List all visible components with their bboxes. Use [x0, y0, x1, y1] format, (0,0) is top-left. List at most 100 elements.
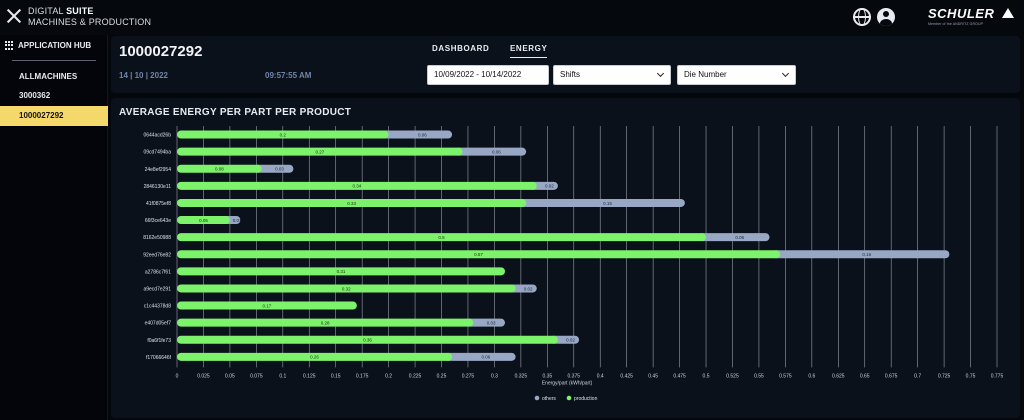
x-tick-label: 0.075 — [250, 373, 263, 379]
chevron-down-icon — [656, 69, 665, 78]
legend-production-label: production — [574, 396, 598, 402]
category-label: a2786c7f61 — [145, 269, 171, 275]
legend-others-swatch — [534, 395, 540, 401]
sidebar: APPLICATION HUB ALLMACHINES 3000362 1000… — [0, 35, 108, 420]
x-tick-label: 0.675 — [885, 373, 898, 379]
x-tick-label: 0.35 — [542, 373, 552, 379]
application-hub-label: APPLICATION HUB — [18, 41, 92, 50]
die-number-select-value: Die Number — [684, 70, 727, 79]
production-value-label: 0.05 — [199, 218, 208, 223]
production-value-label: 0.31 — [337, 269, 346, 274]
shifts-select[interactable]: Shifts — [553, 65, 671, 85]
x-tick-label: 0.325 — [515, 373, 528, 379]
x-tick-label: 0.525 — [726, 373, 739, 379]
die-number-select[interactable]: Die Number — [677, 65, 796, 85]
production-value-label: 0.33 — [347, 201, 356, 206]
category-label: f17066646f — [146, 355, 172, 361]
production-value-label: 0.2 — [280, 132, 287, 137]
category-label: 66f3ce643e — [145, 218, 171, 224]
production-value-label: 0.36 — [363, 338, 372, 343]
x-tick-label: 0.6 — [808, 373, 815, 379]
x-tick-label: 0.1 — [279, 373, 286, 379]
others-value-label: 0.03 — [487, 320, 496, 325]
apps-grid-icon — [5, 41, 14, 50]
x-tick-label: 0.5 — [703, 373, 710, 379]
legend-others-label: others — [542, 396, 556, 402]
bar-others — [444, 352, 516, 361]
chevron-down-icon — [781, 69, 790, 78]
brand-prefix: DIGITAL — [28, 6, 67, 16]
tab-dashboard[interactable]: DASHBOARD — [432, 44, 489, 57]
x-tick-label: 0.25 — [437, 373, 447, 379]
production-value-label: 0.32 — [342, 286, 351, 291]
others-value-label: 0.06 — [418, 132, 427, 137]
others-value-label: 0.06 — [492, 149, 501, 154]
application-hub-button[interactable]: APPLICATION HUB — [5, 41, 91, 50]
production-value-label: 0.08 — [215, 167, 224, 172]
x-tick-label: 0.15 — [331, 373, 341, 379]
category-label: e407d05ef7 — [145, 321, 172, 327]
sidebar-item-allmachines[interactable]: ALLMACHINES — [0, 67, 108, 87]
others-value-label: 0.06 — [735, 235, 744, 240]
legend-production-swatch — [566, 395, 572, 401]
user-icon[interactable] — [877, 8, 895, 26]
others-value-label: 0.02 — [524, 286, 533, 291]
current-time: 09:57:55 AM — [265, 71, 312, 80]
others-value-label: 0.02 — [566, 338, 575, 343]
others-value-label: 0.15 — [603, 201, 612, 206]
shifts-select-value: Shifts — [560, 70, 581, 79]
page-title: 1000027292 — [119, 43, 203, 60]
category-label: 2846130e11 — [144, 184, 172, 190]
x-tick-label: 0.7 — [914, 373, 921, 379]
category-label: a9ecd7e291 — [143, 286, 171, 292]
others-value-label: 0.06 — [481, 355, 490, 360]
category-label: 09cd7494ba — [143, 150, 171, 156]
x-tick-label: 0.45 — [648, 373, 658, 379]
close-icon[interactable] — [6, 8, 22, 24]
production-value-label: 0.34 — [352, 184, 361, 189]
x-tick-label: 0.3 — [491, 373, 498, 379]
x-axis-label: Energy/part (kWh/part) — [542, 380, 593, 386]
logo-mark-icon — [1002, 8, 1014, 18]
others-value-label: 0.01 — [233, 218, 242, 223]
app-brand: DIGITAL SUITE MACHINES & PRODUCTION — [28, 6, 151, 28]
x-tick-label: 0.4 — [597, 373, 604, 379]
x-tick-label: 0.65 — [860, 373, 870, 379]
bar-others — [698, 233, 770, 242]
x-tick-label: 0.375 — [568, 373, 581, 379]
production-value-label: 0.17 — [263, 303, 272, 308]
sidebar-item-1000027292[interactable]: 1000027292 — [0, 106, 108, 126]
category-label: 0644acd26b — [143, 133, 171, 139]
energy-per-part-chart: 0 0.025 0.05 0.075 0.1 0.125 0.15 0.175 0.2 0.225… — [143, 126, 1003, 402]
x-tick-label: 0.575 — [779, 373, 792, 379]
tab-energy[interactable]: ENERGY — [510, 44, 548, 58]
x-tick-label: 0.2 — [385, 373, 392, 379]
brand-strong: SUITE — [66, 6, 94, 16]
x-tick-label: 0.55 — [754, 373, 764, 379]
x-tick-label: 0.425 — [620, 373, 633, 379]
x-tick-label: 0.725 — [938, 373, 951, 379]
category-label: 41f0875ef8 — [146, 201, 171, 207]
date-range-input[interactable]: 10/09/2022 - 10/14/2022 — [427, 65, 549, 85]
production-value-label: 0.28 — [321, 320, 330, 325]
x-tick-label: 0.175 — [356, 373, 369, 379]
others-value-label: 0.03 — [275, 167, 284, 172]
brand-subtitle: MACHINES & PRODUCTION — [28, 17, 152, 27]
top-bar: DIGITAL SUITE MACHINES & PRODUCTION SCHU… — [0, 0, 1024, 35]
bar-others — [518, 198, 685, 207]
globe-icon[interactable] — [853, 8, 871, 26]
category-label: 8162e50988 — [143, 235, 171, 241]
logo-subtitle: Member of the ANDRITZ GROUP — [928, 22, 984, 26]
x-tick-label: 0.05 — [225, 373, 235, 379]
sidebar-divider — [12, 60, 96, 61]
x-tick-label: 0.025 — [197, 373, 210, 379]
x-tick-label: 0.225 — [409, 373, 422, 379]
sidebar-item-3000362[interactable]: 3000362 — [0, 86, 108, 106]
x-tick-label: 0.75 — [966, 373, 976, 379]
production-value-label: 0.26 — [310, 355, 319, 360]
others-value-label: 0.02 — [545, 184, 554, 189]
category-label: 24e8ef2954 — [145, 167, 172, 173]
x-tick-label: 0.475 — [673, 373, 686, 379]
category-label: c1c44378d8 — [144, 304, 171, 310]
bar-others — [380, 130, 453, 139]
